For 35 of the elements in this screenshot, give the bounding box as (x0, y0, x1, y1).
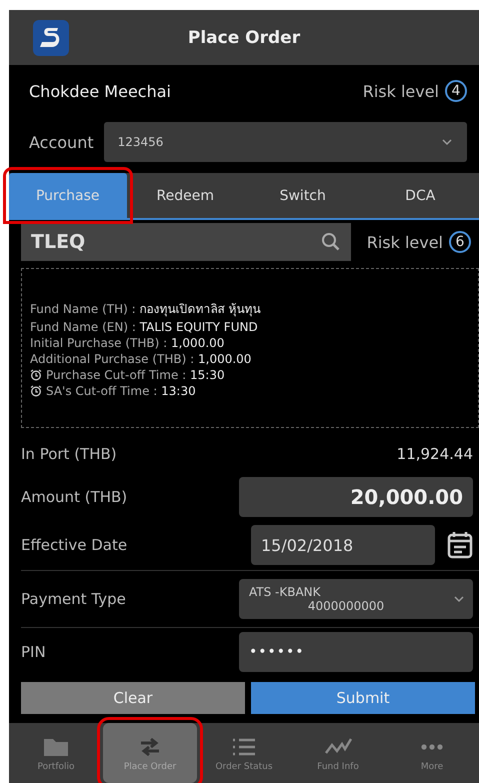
fund-info-text: Additional Purchase (THB) : 1,000.00 (30, 352, 252, 366)
pin-label: PIN (21, 643, 47, 661)
page-title: Place Order (186, 28, 302, 48)
amount-label: Amount (THB) (21, 488, 128, 506)
pin-field[interactable]: •••••• (239, 632, 473, 672)
payment-type-select[interactable]: ATS -KBANK 4000000000 (239, 579, 473, 619)
risk-level-label: Risk level (362, 82, 439, 100)
alarm-clock-icon (30, 368, 42, 380)
fund-info-text: Fund Name (EN) : TALIS EQUITY FUND (30, 320, 258, 334)
search-icon (321, 232, 341, 252)
risk-level-label: Risk level (366, 232, 443, 252)
fund-info-text: Fund Name (TH) : กองทุนเปิดทาลิส หุ้นทุน (30, 300, 260, 318)
alarm-clock-icon (30, 384, 42, 396)
customer-name: Chokdee Meechai (29, 82, 171, 100)
amount-field[interactable]: 20,000.00 (239, 477, 473, 517)
account-label: Account (29, 132, 94, 152)
fund-search-field[interactable]: TLEQ (21, 223, 351, 261)
clear-button[interactable]: Clear (21, 682, 245, 714)
tab[interactable]: Redeem (126, 173, 244, 218)
tab[interactable]: Switch (244, 173, 362, 218)
app-logo-icon (33, 20, 69, 56)
calendar-icon[interactable] (447, 531, 473, 559)
risk-level-badge: 6 (449, 231, 471, 253)
payment-type-label: Payment Type (21, 590, 127, 608)
fund-info-text: Initial Purchase (THB) : 1,000.00 (30, 336, 224, 350)
date-field[interactable]: 15/02/2018 (251, 525, 435, 565)
in-port-label: In Port (THB) (21, 445, 118, 463)
in-port-value: 11,924.44 (396, 445, 473, 463)
tab[interactable]: DCA (362, 173, 479, 218)
fund-info-text: SA's Cut-off Time : 13:30 (46, 384, 196, 398)
risk-level-badge: 4 (445, 80, 467, 102)
fund-info-text: Purchase Cut-off Time : 15:30 (46, 368, 225, 382)
more-icon (421, 744, 443, 750)
account-select[interactable]: 123456 (104, 122, 467, 162)
effective-date-label: Effective Date (21, 536, 128, 554)
